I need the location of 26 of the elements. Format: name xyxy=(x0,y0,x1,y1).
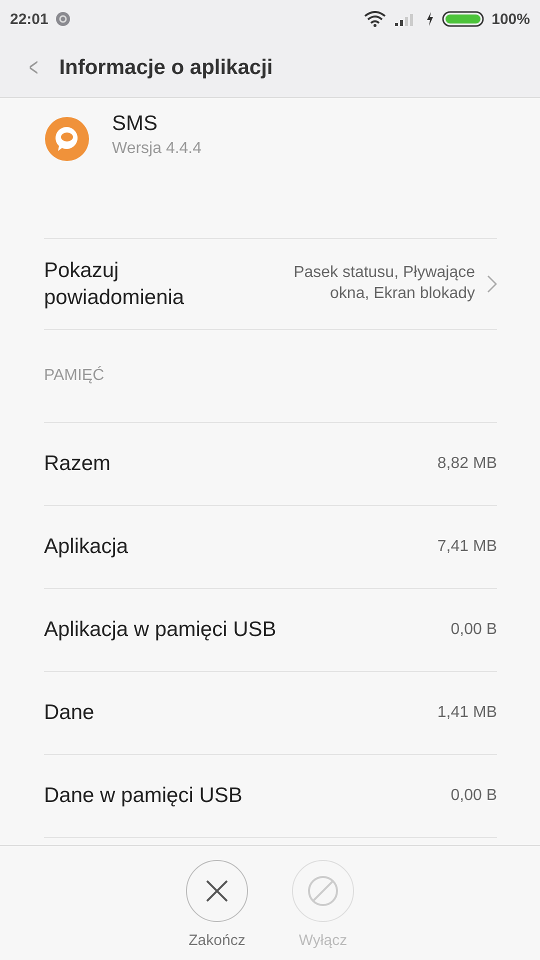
close-icon xyxy=(204,878,230,904)
storage-value: 0,00 B xyxy=(450,621,497,639)
notifications-row[interactable]: Pokazuj powiadomienia Pasek statusu, Pływające okna, Ekran blokady xyxy=(44,239,497,330)
storage-value: 1,41 MB xyxy=(437,704,497,722)
wifi-icon xyxy=(364,11,386,27)
app-version: Wersja 4.4.4 xyxy=(112,140,202,158)
app-name: SMS xyxy=(112,112,159,136)
page-title: Informacje o aplikacji xyxy=(59,56,273,80)
battery-icon xyxy=(442,11,484,27)
back-button[interactable]: < xyxy=(24,52,43,83)
section-heading: PAMIĘĆ xyxy=(44,365,106,386)
notification-icon xyxy=(56,12,70,26)
battery-percent: 100% xyxy=(492,10,530,28)
charging-icon xyxy=(426,12,434,26)
storage-value: 7,41 MB xyxy=(437,538,497,556)
storage-label: Aplikacja w pamięci USB xyxy=(44,618,278,642)
clock: 22:01 xyxy=(10,10,48,28)
prohibited-icon xyxy=(307,875,339,907)
storage-label: Dane w pamięci USB xyxy=(44,784,244,808)
storage-label: Dane xyxy=(44,701,96,725)
storage-label: Razem xyxy=(44,452,112,476)
storage-value: 0,00 B xyxy=(450,787,497,805)
chat-bubble-icon xyxy=(44,116,90,162)
storage-label: Aplikacja xyxy=(44,535,130,559)
storage-value: 8,82 MB xyxy=(437,455,497,473)
chevron-icon xyxy=(487,275,497,293)
